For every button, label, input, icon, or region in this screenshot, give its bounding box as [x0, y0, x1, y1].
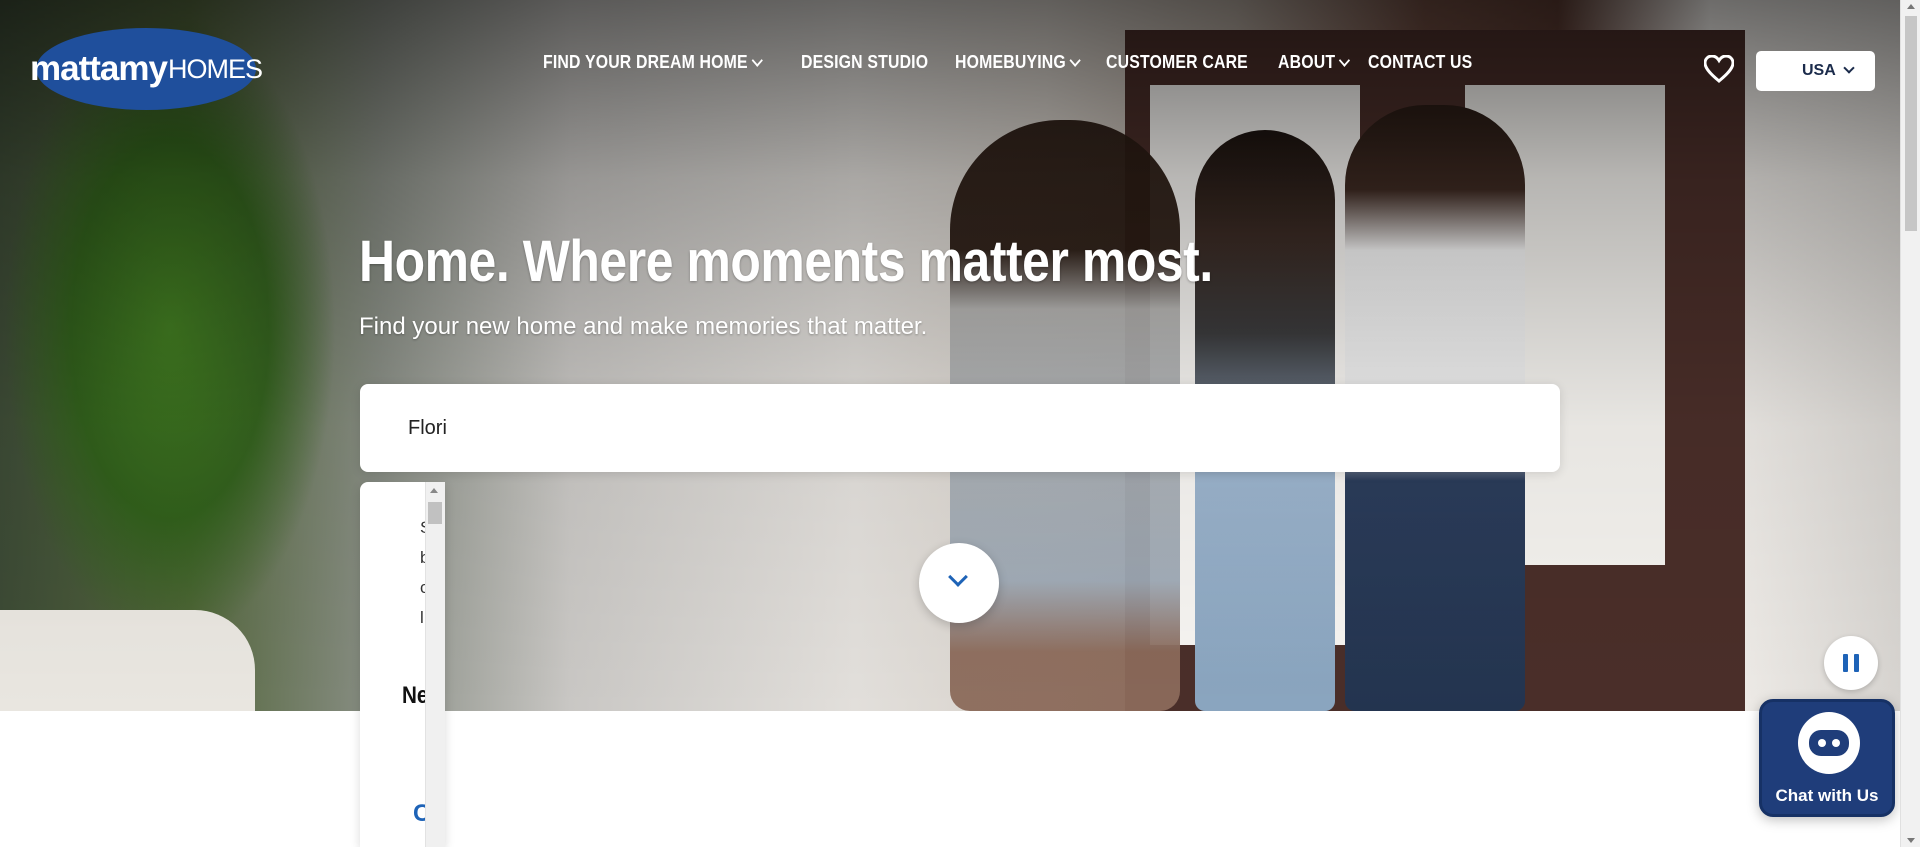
scrollbar-thumb[interactable] [428, 502, 442, 524]
nav-customer-care[interactable]: CUSTOMER CARE [1106, 52, 1248, 73]
nav-design-studio[interactable]: DESIGN STUDIO [801, 52, 928, 73]
chevron-down-icon [1069, 54, 1082, 67]
scrollbar-thumb[interactable] [1905, 16, 1917, 231]
country-selected-value: USA [1802, 62, 1836, 79]
pause-icon [1854, 654, 1859, 672]
logo-main-text: mattamy [30, 49, 168, 88]
hero-subheadline: Find your new home and make memories tha… [359, 313, 928, 340]
scroll-down-arrow-icon[interactable] [1907, 838, 1915, 843]
scroll-up-arrow-icon[interactable] [430, 488, 438, 493]
suggestion-text: l [420, 608, 424, 627]
chevron-down-icon [1338, 54, 1350, 67]
nav-homebuying[interactable]: HOMEBUYING [955, 52, 1082, 73]
pause-video-button[interactable] [1824, 636, 1878, 690]
pause-icon [1843, 654, 1848, 672]
chevron-down-icon [751, 54, 763, 67]
page-scrollbar[interactable] [1900, 0, 1920, 847]
chatbot-icon [1798, 712, 1860, 774]
logo-sub-text: HOMES [167, 53, 263, 84]
search-suggestions-panel: S b c l Ne res C [360, 482, 445, 847]
chevron-down-icon [948, 567, 968, 587]
chat-with-us-button[interactable]: Chat with Us [1759, 699, 1895, 817]
search-input[interactable] [408, 412, 1508, 444]
chevron-down-icon [1843, 62, 1855, 74]
nav-about[interactable]: ABOUT [1278, 52, 1350, 73]
suggestions-scrollbar[interactable] [425, 482, 445, 847]
main-nav: FIND YOUR DREAM HOME DESIGN STUDIO HOMEB… [543, 52, 1486, 73]
scroll-up-arrow-icon[interactable] [1907, 4, 1915, 9]
mattamy-homes-logo[interactable]: mattamy HOMES [30, 28, 263, 110]
nav-find-your-dream-home[interactable]: FIND YOUR DREAM HOME [543, 52, 763, 73]
search-box [360, 384, 1560, 472]
scroll-down-button[interactable] [919, 543, 999, 623]
hero-headline: Home. Where moments matter most. [359, 229, 1213, 294]
country-selector[interactable]: USA [1756, 51, 1875, 91]
nav-contact-us[interactable]: CONTACT US [1368, 52, 1472, 73]
heart-icon[interactable] [1703, 54, 1735, 83]
chat-label: Chat with Us [1775, 786, 1879, 805]
